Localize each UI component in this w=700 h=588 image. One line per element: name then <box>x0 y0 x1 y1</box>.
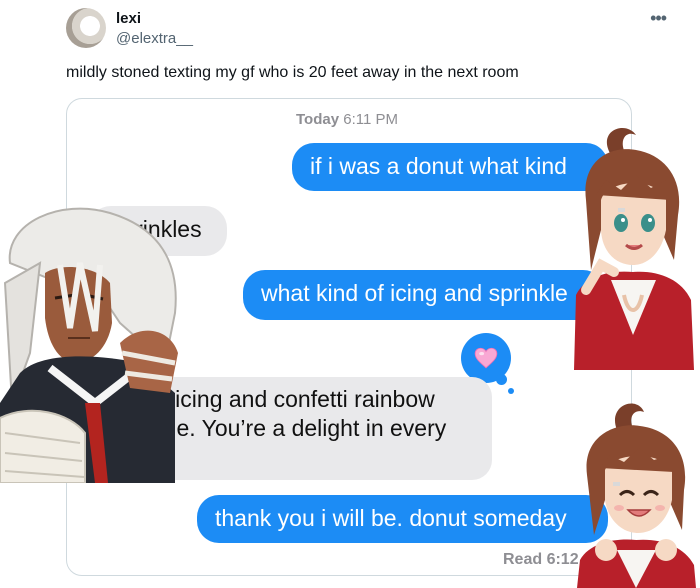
more-dots-icon[interactable]: ••• <box>650 8 667 29</box>
timestamp-day: Today <box>296 111 340 128</box>
chat-timestamp: Today 6:11 PM <box>296 111 398 128</box>
brunette-character-sticker-smiling <box>577 403 696 588</box>
avatar[interactable] <box>66 8 106 48</box>
tapback-tail <box>496 374 507 385</box>
message-bubble-sent: if i was a donut what kind <box>292 143 608 191</box>
tapback-tail <box>508 388 514 394</box>
timestamp-time: 6:11 PM <box>343 111 398 128</box>
tweet-text: mildly stoned texting my gf who is 20 fe… <box>66 64 519 81</box>
message-bubble-sent: what kind of icing and sprinkle <box>243 270 605 320</box>
message-bubble-sent: thank you i will be. donut someday <box>197 495 608 543</box>
author-name[interactable]: lexi <box>116 10 141 27</box>
pink-heart-icon <box>474 347 498 369</box>
author-handle[interactable]: @elextra__ <box>116 30 193 47</box>
white-haired-character-sticker <box>0 207 178 483</box>
tweet-header: lexi @elextra__ ••• <box>66 8 667 52</box>
read-receipt: Read 6:12 <box>503 551 579 568</box>
brunette-character-sticker-pointing <box>574 127 694 370</box>
